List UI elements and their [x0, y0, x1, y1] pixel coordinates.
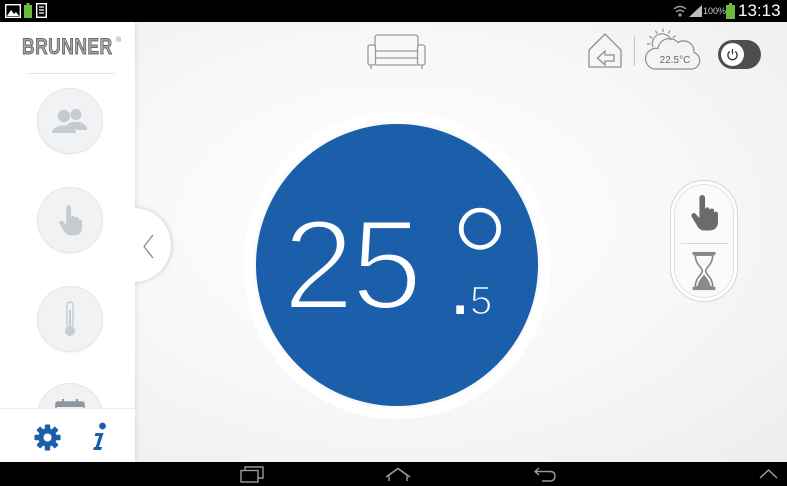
power-icon	[727, 49, 738, 61]
brand-logo: BRUNNER	[22, 35, 113, 60]
battery-percentage: 100%	[703, 6, 727, 16]
power-toggle-knob	[721, 43, 744, 66]
hand-icon	[58, 204, 82, 235]
navigation-bar	[0, 462, 787, 486]
hand-icon	[690, 195, 718, 231]
recent-apps-icon[interactable]	[240, 466, 264, 483]
sofa-icon[interactable]	[367, 33, 426, 70]
outdoor-temperature: 22.5°C	[660, 55, 691, 66]
info-icon[interactable]	[91, 422, 108, 452]
mode-selector	[670, 180, 738, 302]
signal-icon	[689, 5, 702, 17]
sidebar-footer	[0, 408, 135, 462]
chevron-up-icon[interactable]	[759, 469, 778, 479]
degree-symbol: °	[445, 172, 515, 356]
header-divider	[634, 36, 635, 66]
users-icon	[52, 109, 87, 133]
manual-mode-button[interactable]	[675, 185, 733, 241]
battery-icon	[726, 3, 735, 19]
mode-divider	[681, 243, 728, 244]
status-time: 13:13	[738, 1, 781, 20]
gallery-icon	[5, 4, 21, 18]
registered-mark: ®	[116, 37, 122, 44]
sidebar-item-users[interactable]	[37, 88, 103, 154]
notification-battery-icon	[24, 3, 32, 18]
hourglass-icon	[692, 251, 716, 291]
main-panel: 22.5°C 25 . 5 °	[135, 22, 787, 462]
wifi-icon	[673, 5, 687, 17]
temperature-whole: 25	[281, 194, 424, 337]
cloud-sun-icon[interactable]: 22.5°C	[642, 28, 704, 71]
thermometer-icon	[65, 301, 75, 336]
house-arrow-icon[interactable]	[587, 31, 623, 69]
sidebar: BRUNNER ®	[0, 22, 135, 462]
sidebar-item-temperature[interactable]	[37, 286, 103, 352]
timer-mode-button[interactable]	[675, 245, 733, 297]
gear-icon[interactable]	[34, 424, 61, 451]
back-icon[interactable]	[534, 467, 556, 482]
chevron-left-icon	[143, 234, 154, 259]
sidebar-item-manual[interactable]	[37, 187, 103, 253]
status-bar: 100% 13:13	[0, 0, 787, 22]
temperature-dial[interactable]: 25 . 5 °	[256, 124, 538, 406]
home-icon[interactable]	[385, 467, 411, 482]
power-toggle[interactable]	[718, 40, 761, 69]
document-icon	[36, 3, 47, 18]
logo-divider	[28, 73, 115, 74]
